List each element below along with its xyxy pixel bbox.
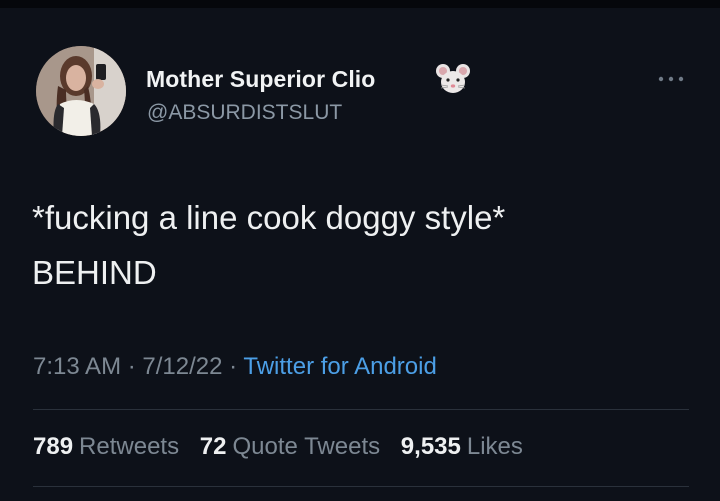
- mouse-face-emoji-icon: [435, 62, 471, 96]
- tweet-text: *fucking a line cook doggy style* BEHIND: [32, 190, 505, 300]
- divider: [33, 486, 689, 487]
- user-handle[interactable]: @ABSURDISTSLUT: [147, 101, 342, 125]
- retweets-stat[interactable]: 789 Retweets: [33, 433, 179, 461]
- tweet-text-line-2: BEHIND: [32, 254, 157, 291]
- tweet-text-line-1: *fucking a line cook doggy style*: [32, 199, 506, 236]
- meta-separator: ·: [127, 353, 136, 380]
- avatar[interactable]: [36, 46, 126, 136]
- quote-tweets-label: Quote Tweets: [232, 433, 381, 460]
- quote-tweets-stat[interactable]: 72 Quote Tweets: [200, 433, 380, 461]
- tweet-date[interactable]: 7/12/22: [142, 353, 222, 380]
- divider: [33, 409, 689, 410]
- likes-stat[interactable]: 9,535 Likes: [401, 433, 523, 461]
- likes-count: 9,535: [400, 433, 461, 460]
- retweets-count: 789: [33, 433, 74, 460]
- meta-separator: ·: [229, 353, 238, 380]
- tweet-card: Mother Superior Clio @ABSURDISTSLUT *fuc…: [0, 0, 720, 501]
- tweet-metadata: 7:13 AM · 7/12/22 · Twitter for Android: [33, 353, 437, 381]
- retweets-label: Retweets: [79, 433, 180, 460]
- tweet-source-link[interactable]: Twitter for Android: [243, 353, 436, 380]
- engagement-stats: 789 Retweets 72 Quote Tweets 9,535 Likes: [33, 433, 523, 461]
- quote-tweets-count: 72: [199, 433, 227, 460]
- display-name[interactable]: Mother Superior Clio: [146, 66, 375, 93]
- avatar-photo: [36, 46, 126, 136]
- tweet-time[interactable]: 7:13 AM: [33, 353, 121, 380]
- more-options-icon[interactable]: [655, 72, 687, 84]
- likes-label: Likes: [466, 433, 523, 460]
